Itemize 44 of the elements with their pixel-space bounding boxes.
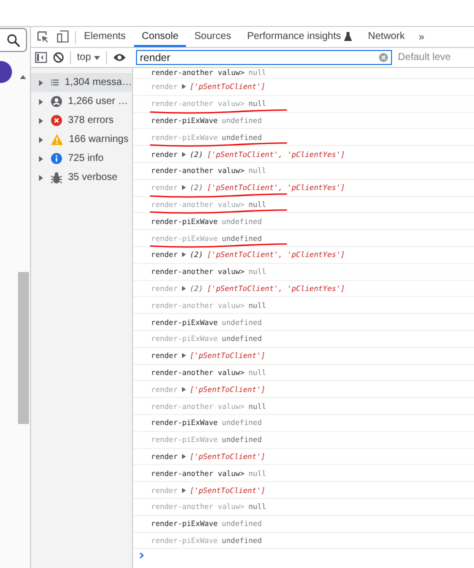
clear-icon[interactable] (378, 53, 388, 62)
expand-icon[interactable] (182, 454, 186, 459)
clear-console-icon[interactable] (53, 52, 64, 63)
expand-icon[interactable] (182, 286, 186, 291)
expand-icon[interactable] (182, 353, 186, 358)
sidebar-item[interactable]: 1,304 messa… (31, 73, 132, 92)
sidebar-item[interactable]: 378 errors (31, 111, 132, 130)
bug-icon (51, 172, 62, 184)
more-tabs-button[interactable]: » (412, 27, 430, 47)
search-button[interactable] (0, 28, 27, 52)
sidebar-toggle-icon[interactable] (35, 52, 47, 63)
flask-icon (344, 32, 352, 40)
sidebar-item[interactable]: 35 verbose (31, 168, 132, 187)
expand-icon[interactable] (182, 488, 186, 493)
warning-icon (51, 134, 63, 145)
user-icon (51, 96, 62, 107)
caret-icon (94, 56, 100, 60)
list-icon (51, 78, 59, 87)
panel-tab[interactable]: Console (134, 27, 186, 47)
prompt-icon[interactable] (139, 552, 144, 560)
log-levels-dropdown[interactable]: Default leve (398, 52, 451, 63)
panel-tab[interactable]: Elements (76, 27, 134, 47)
filter-field[interactable]: render (136, 50, 392, 65)
eye-icon[interactable] (112, 53, 126, 62)
context-dropdown[interactable]: top (77, 52, 100, 63)
inspect-icon[interactable] (37, 31, 49, 43)
expand-icon[interactable] (182, 252, 186, 258)
expand-icon[interactable] (182, 386, 186, 392)
avatar[interactable] (0, 61, 12, 83)
panel-tab[interactable]: Sources (186, 27, 240, 47)
scroll-up-icon[interactable] (20, 75, 26, 79)
error-icon (51, 115, 62, 126)
panel-tab[interactable]: Network (360, 27, 413, 47)
sidebar-item[interactable]: 1,266 user … (31, 92, 132, 111)
device-icon[interactable] (57, 30, 69, 43)
expand-icon[interactable] (182, 152, 186, 157)
sidebar-item[interactable]: 166 warnings (31, 130, 132, 149)
expand-icon[interactable] (182, 84, 186, 90)
expand-icon[interactable] (182, 185, 186, 190)
scrollbar-thumb[interactable] (18, 272, 29, 424)
panel-tab[interactable]: Performance insights (239, 27, 360, 47)
sidebar-item[interactable]: 725 info (31, 149, 132, 168)
info-icon (51, 153, 62, 164)
search-icon (6, 34, 20, 46)
